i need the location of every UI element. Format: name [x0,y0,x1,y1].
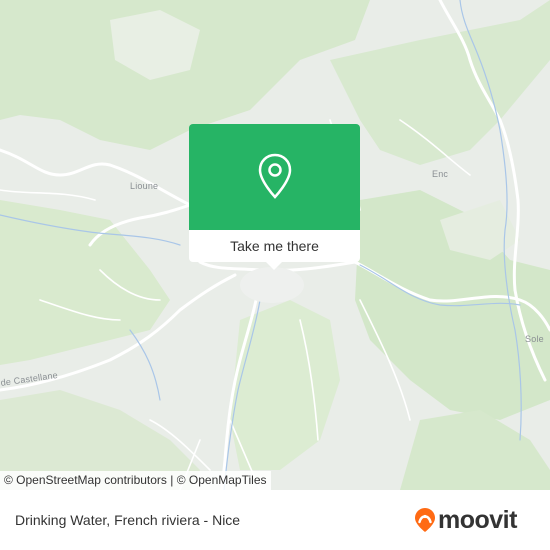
page-title: Drinking Water, French riviera - Nice [15,512,241,528]
place-label-enc: Enc [432,169,449,179]
moovit-logo[interactable]: moovit [414,505,517,535]
take-me-there-button[interactable]: Take me there [189,230,360,262]
attribution-separator: | [170,473,174,487]
moovit-logo-icon [415,508,435,532]
map-attribution: © OpenStreetMap contributors | © OpenMap… [0,471,271,490]
openmaptiles-attribution-link[interactable]: © OpenMapTiles [177,473,267,487]
popup-pointer [265,261,283,270]
moovit-logo-text: moovit [438,505,517,534]
map-pin-icon [258,153,292,199]
map-view[interactable]: Lioune Enc Sole de Castellane Take me th… [0,0,550,490]
osm-attribution-link[interactable]: © OpenStreetMap contributors [4,473,167,487]
location-popup: Take me there [189,124,360,270]
popup-header [189,124,360,230]
place-label-lioune: Lioune [130,181,159,191]
place-label-sole: Sole [525,334,544,344]
